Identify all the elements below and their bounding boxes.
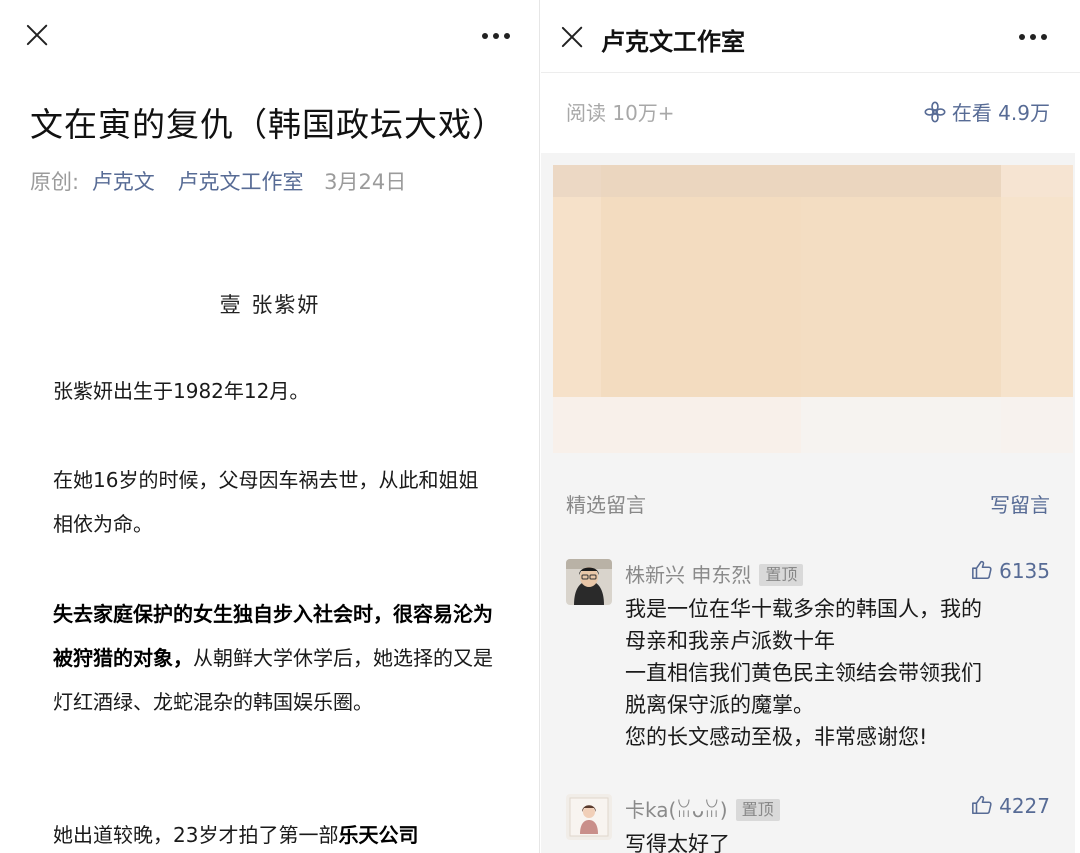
comment-text: 写得太好了 <box>625 832 730 853</box>
like-button[interactable]: 4227 <box>971 794 1050 818</box>
close-icon[interactable] <box>24 22 50 48</box>
thumbs-up-icon <box>972 560 992 580</box>
comment-text: 我是一位在华十载多余的韩国人，我的 母亲和我亲卢派数十年 一直相信我们黄色民主领… <box>625 597 982 749</box>
comment-item: 卡ka(ꈍᴗꈍ) 置顶 4227 写得太好了 <box>541 794 1075 853</box>
paragraph-4-start: 她出道较晚，23岁才拍了第一部 <box>53 823 339 847</box>
more-icon[interactable] <box>1019 34 1049 42</box>
wow-count: 在看 4.9万 <box>951 101 1050 125</box>
pinned-badge: 置顶 <box>735 799 780 821</box>
account-title: 卢克文工作室 <box>601 28 745 56</box>
original-label: 原创: <box>30 170 80 194</box>
comments-top-bar: 卢克文工作室 <box>541 0 1080 72</box>
article-title: 文在寅的复仇（韩国政坛大戏） <box>30 105 506 144</box>
read-count: 阅读 10万+ <box>566 101 675 125</box>
like-button[interactable]: 6135 <box>971 559 1050 583</box>
paragraph-4: 她出道较晚，23岁才拍了第一部乐天公司 <box>53 813 498 853</box>
close-icon[interactable] <box>559 24 585 50</box>
avatar[interactable] <box>566 794 612 840</box>
more-icon[interactable] <box>482 33 512 41</box>
thumbs-up-icon <box>972 795 992 815</box>
like-count: 4227 <box>999 794 1050 818</box>
paragraph-3: 失去家庭保护的女生独自步入社会时，很容易沦为被狩猎的对象，从朝鲜大学休学后，她选… <box>53 592 498 724</box>
wow-flower-icon <box>924 101 946 123</box>
wow-button[interactable]: 在看 4.9万 <box>924 97 1050 126</box>
commenter-name: 卡ka(ꈍᴗꈍ) 置顶 <box>625 794 780 823</box>
article-meta: 原创: 卢克文 卢克文工作室 3月24日 <box>30 166 406 196</box>
section-heading: 壹 张紫妍 <box>219 293 321 317</box>
selected-comments-label: 精选留言 <box>566 493 646 517</box>
commenter-name: 株新兴 申东烈 置顶 <box>625 559 804 588</box>
pinned-badge: 置顶 <box>759 564 804 586</box>
selected-comments-header: 精选留言 写留言 <box>541 483 1075 523</box>
comment-item: 株新兴 申东烈 置顶 6135 我是一位在华十载多余的韩国人，我的 母亲和我亲卢派… <box>541 559 1075 749</box>
avatar-image <box>566 559 612 605</box>
paragraph-4-bold: 乐天公司 <box>338 823 419 847</box>
paragraph-2: 在她16岁的时候，父母因车祸去世，从此和姐姐相依为命。 <box>53 468 479 536</box>
author-link[interactable]: 卢克文 <box>92 170 155 194</box>
account-link[interactable]: 卢克文工作室 <box>177 170 303 194</box>
avatar-image <box>566 794 612 840</box>
ad-image-placeholder <box>553 165 1073 453</box>
article-top-bar <box>0 0 539 72</box>
like-count: 6135 <box>999 559 1050 583</box>
article-panel: 文在寅的复仇（韩国政坛大戏） 原创: 卢克文 卢克文工作室 3月24日 壹 张紫… <box>0 0 540 853</box>
avatar[interactable] <box>566 559 612 605</box>
stats-row: 阅读 10万+ 在看 4.9万 <box>541 73 1080 153</box>
publish-date: 3月24日 <box>324 170 407 194</box>
comments-panel: 卢克文工作室 阅读 10万+ 在看 4.9万 精选留言 写留言 株新兴 申东烈 … <box>541 0 1080 853</box>
paragraph-1: 张紫妍出生于1982年12月。 <box>53 379 310 403</box>
comments-area: 精选留言 写留言 株新兴 申东烈 置顶 6135 我是一位在华十载多余的韩国人，… <box>541 153 1075 853</box>
write-comment-link[interactable]: 写留言 <box>990 489 1050 518</box>
